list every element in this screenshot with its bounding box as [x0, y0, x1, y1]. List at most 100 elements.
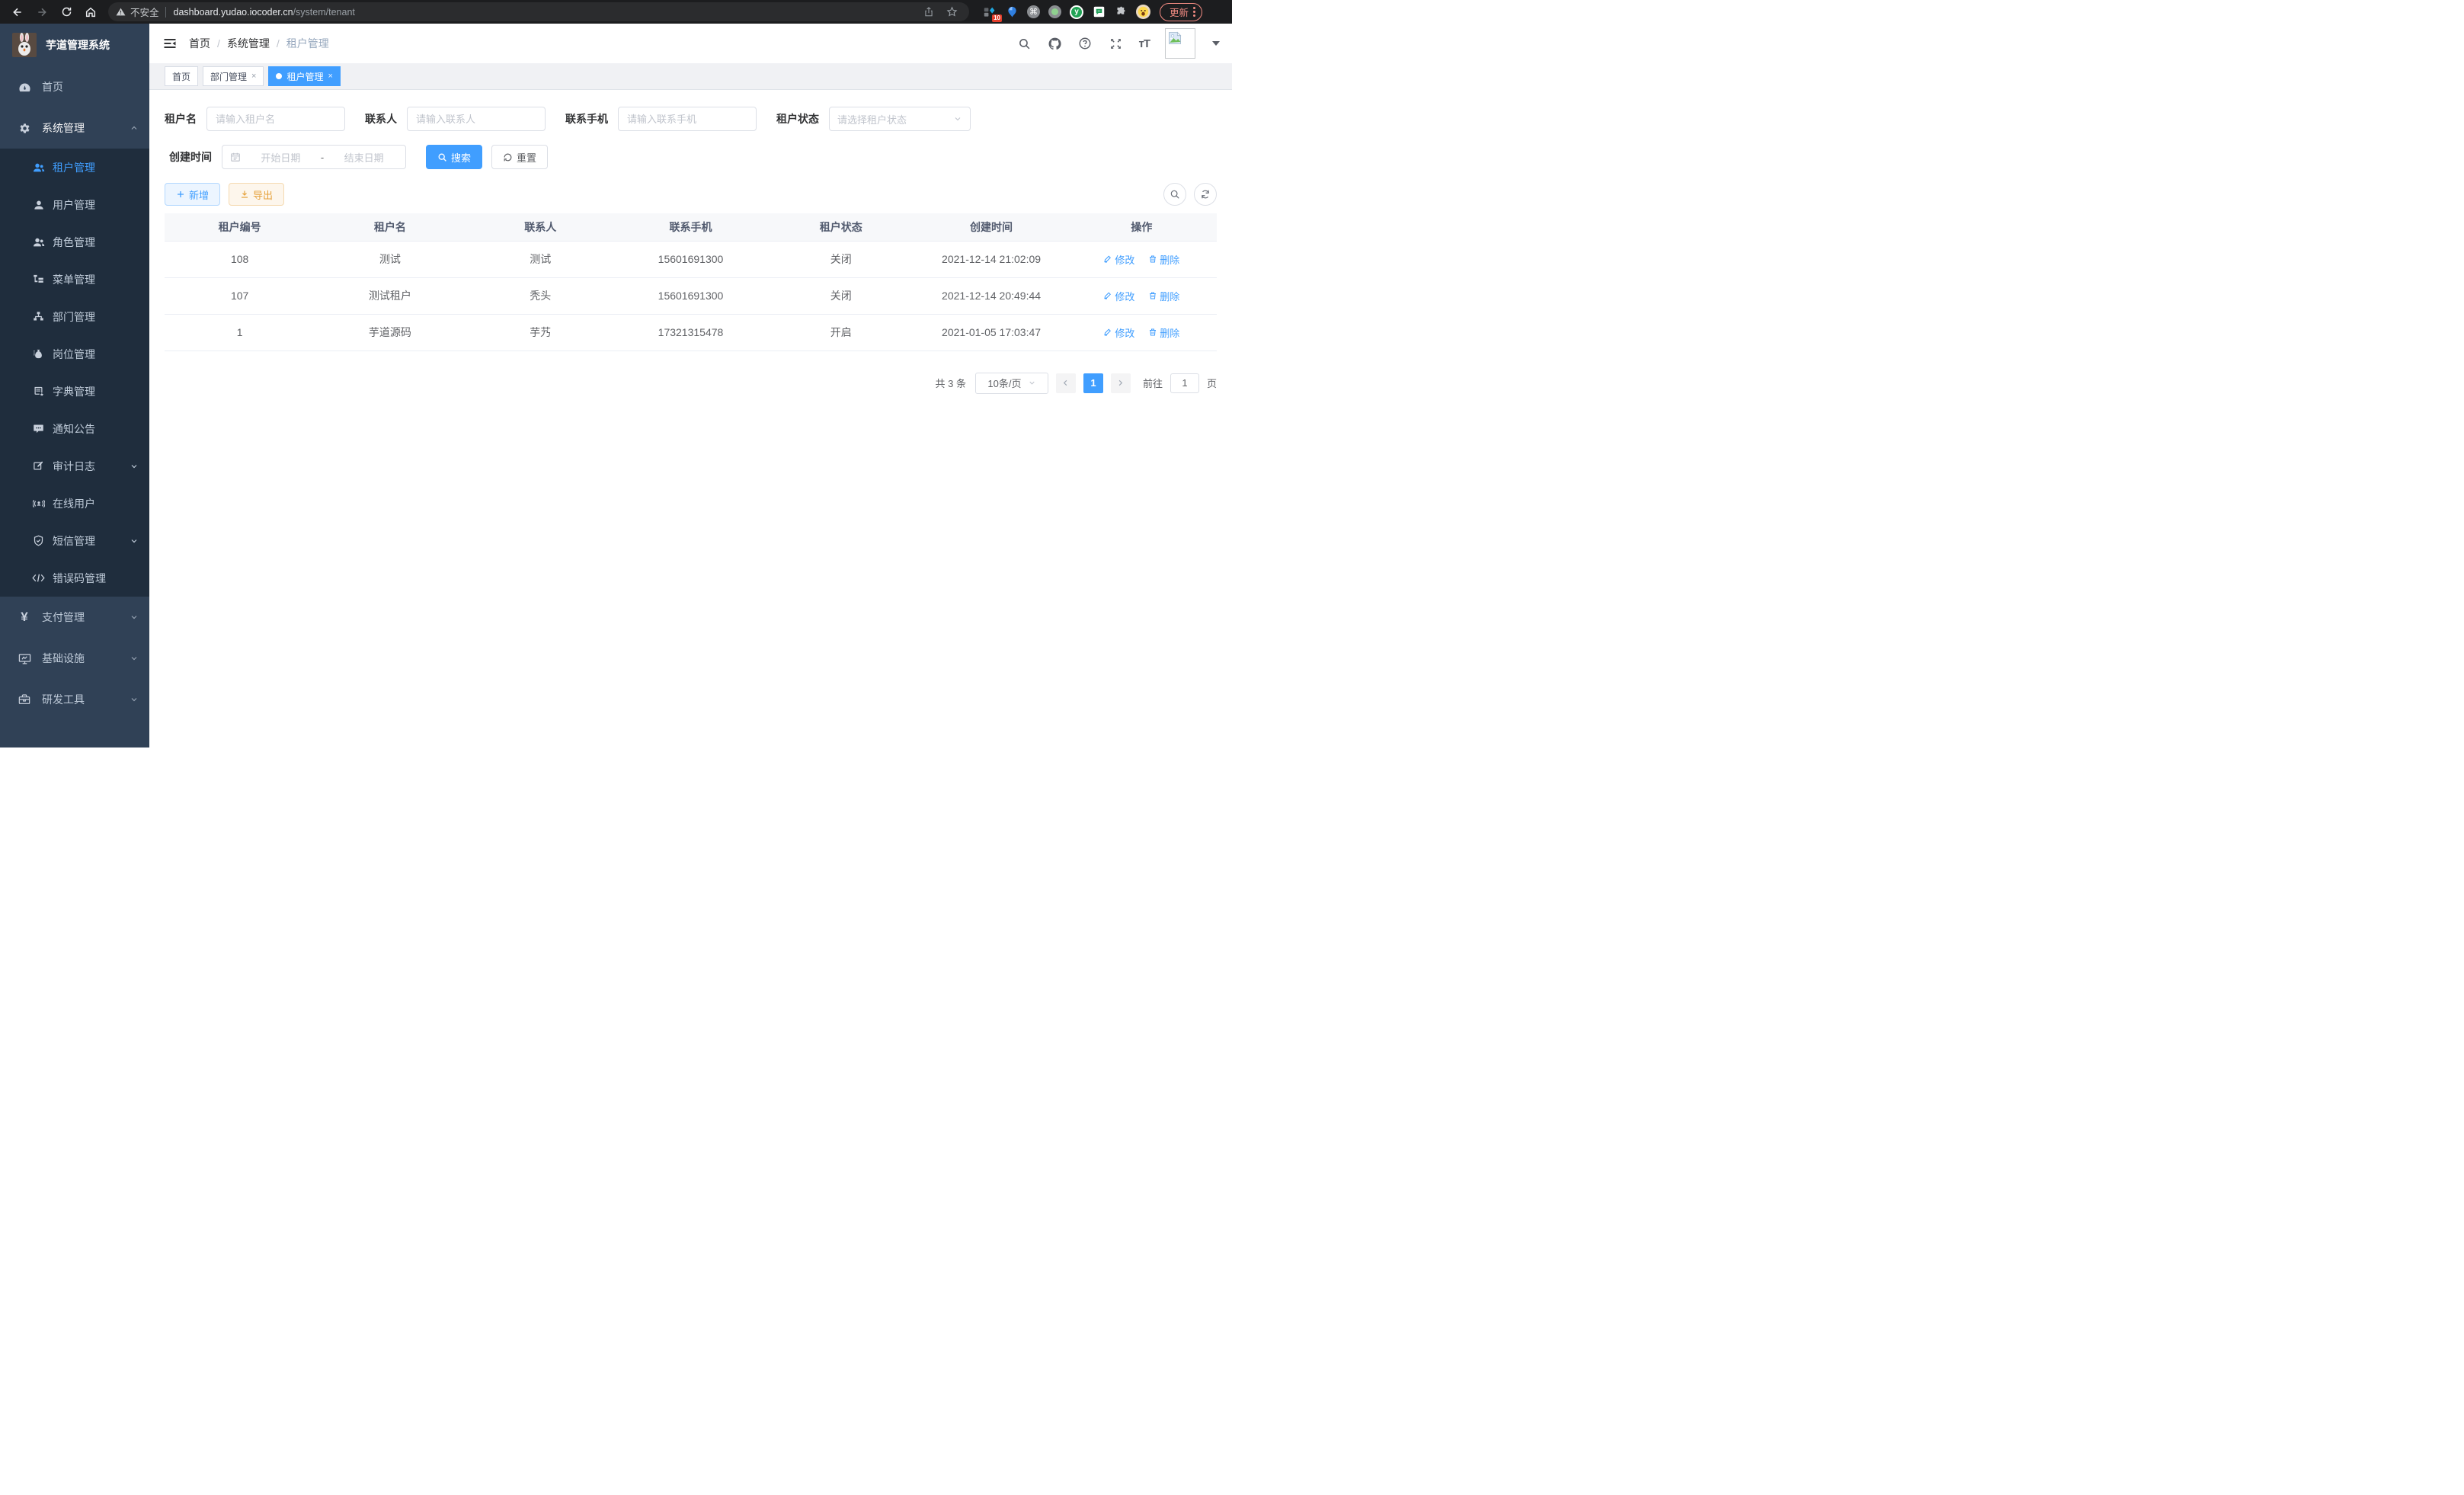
- extension-chat-icon[interactable]: [1092, 5, 1106, 19]
- sidebar-item-post[interactable]: 岗位管理: [0, 335, 149, 373]
- sidebar-item-dict[interactable]: 字典管理: [0, 373, 149, 410]
- pagination: 共 3 条 10条/页 1 前往 页: [165, 373, 1217, 394]
- chrome-menu-icon[interactable]: [1193, 7, 1195, 17]
- sidebar-item-notice[interactable]: 通知公告: [0, 410, 149, 447]
- monitor-icon: [18, 651, 31, 665]
- cell-contact: 秃头: [466, 277, 616, 314]
- sidebar-item-tenant[interactable]: 租户管理: [0, 149, 149, 186]
- profile-avatar-icon[interactable]: [1136, 5, 1150, 19]
- cell-tenant-name: 芋道源码: [315, 314, 465, 351]
- sidebar-item-menu[interactable]: 菜单管理: [0, 261, 149, 298]
- pagination-total: 共 3 条: [936, 376, 966, 390]
- fullscreen-icon[interactable]: [1108, 36, 1123, 51]
- browser-forward-icon[interactable]: [32, 2, 52, 22]
- delete-link[interactable]: 删除: [1148, 252, 1179, 267]
- cell-mobile: 15601691300: [616, 277, 766, 314]
- export-button[interactable]: 导出: [229, 183, 284, 206]
- reset-button[interactable]: 重置: [491, 145, 548, 169]
- tab-home[interactable]: 首页: [165, 66, 198, 86]
- field-label: 创建时间: [165, 149, 212, 165]
- edit-link[interactable]: 修改: [1103, 289, 1134, 303]
- logo-image: [12, 33, 37, 57]
- github-icon[interactable]: [1047, 36, 1062, 51]
- sidebar-item-pay[interactable]: ¥ 支付管理: [0, 597, 149, 638]
- sidebar-item-dept[interactable]: 部门管理: [0, 298, 149, 335]
- close-icon[interactable]: ×: [328, 72, 332, 81]
- delete-link[interactable]: 删除: [1148, 325, 1179, 340]
- sidebar-item-errorcode[interactable]: 错误码管理: [0, 559, 149, 597]
- search-icon[interactable]: [1016, 36, 1032, 51]
- close-icon[interactable]: ×: [251, 72, 256, 81]
- browser-back-icon[interactable]: [8, 2, 27, 22]
- field-label: 租户名: [165, 111, 197, 126]
- online-user-icon: [32, 497, 45, 510]
- date-range-picker[interactable]: 开始日期 - 结束日期: [222, 145, 406, 169]
- sidebar-item-sms[interactable]: 短信管理: [0, 522, 149, 559]
- extension-dot-icon[interactable]: [1048, 5, 1061, 18]
- address-bar[interactable]: 不安全 dashboard.yudao.iocoder.cn/system/te…: [108, 2, 969, 21]
- sidebar-item-auditlog[interactable]: 审计日志: [0, 447, 149, 485]
- breadcrumb-home[interactable]: 首页: [189, 36, 210, 51]
- sidebar-item-user[interactable]: 用户管理: [0, 186, 149, 223]
- extensions-area: 10 ⌘ y: [983, 5, 1150, 19]
- goto-page-input[interactable]: [1170, 373, 1199, 393]
- tab-dept[interactable]: 部门管理 ×: [203, 66, 264, 86]
- gear-icon: [18, 121, 31, 135]
- breadcrumb-separator: /: [277, 37, 280, 50]
- toggle-search-button[interactable]: [1163, 183, 1186, 206]
- extension-cmd-icon[interactable]: ⌘: [1027, 5, 1040, 18]
- sidebar-item-label: 用户管理: [53, 197, 139, 213]
- page-number-1[interactable]: 1: [1083, 373, 1103, 393]
- security-label[interactable]: 不安全: [130, 5, 159, 19]
- navbar-actions: тT: [1016, 28, 1220, 59]
- avatar[interactable]: [1165, 28, 1195, 59]
- sidebar-item-home[interactable]: 首页: [0, 66, 149, 107]
- security-warning-icon[interactable]: [116, 7, 126, 17]
- font-size-icon[interactable]: тT: [1138, 37, 1150, 50]
- cell-actions: 修改 删除: [1067, 241, 1217, 277]
- delete-link[interactable]: 删除: [1148, 289, 1179, 303]
- table-toolbar: 新增 导出: [165, 183, 1217, 206]
- breadcrumb-system[interactable]: 系统管理: [227, 36, 270, 51]
- extension-y-icon[interactable]: y: [1070, 5, 1083, 19]
- col-tenant-id: 租户编号: [165, 213, 315, 241]
- sidebar-item-label: 研发工具: [42, 692, 130, 707]
- share-icon[interactable]: [919, 2, 939, 22]
- status-select[interactable]: 请选择租户状态: [829, 107, 971, 131]
- avatar-caret-icon[interactable]: [1212, 41, 1220, 46]
- help-icon[interactable]: [1077, 36, 1093, 51]
- browser-home-icon[interactable]: [81, 2, 101, 22]
- edit-link[interactable]: 修改: [1103, 325, 1134, 340]
- logo-row[interactable]: 芋道管理系统: [0, 24, 149, 66]
- filter-contact: 联系人: [365, 107, 546, 131]
- page-unit-label: 页: [1207, 376, 1217, 390]
- add-button[interactable]: 新增: [165, 183, 220, 206]
- refresh-button[interactable]: [1194, 183, 1217, 206]
- extensions-puzzle-icon[interactable]: [1114, 5, 1128, 19]
- field-label: 联系人: [365, 111, 397, 126]
- sidebar-item-devtool[interactable]: 研发工具: [0, 679, 149, 720]
- contact-input[interactable]: [407, 107, 546, 131]
- hamburger-icon[interactable]: [162, 35, 178, 52]
- next-page-button[interactable]: [1111, 373, 1131, 393]
- prev-page-button[interactable]: [1056, 373, 1076, 393]
- sidebar-item-infra[interactable]: 基础设施: [0, 638, 149, 679]
- search-button[interactable]: 搜索: [426, 145, 482, 169]
- browser-reload-icon[interactable]: [56, 2, 76, 22]
- extension-balloon-icon[interactable]: [1005, 5, 1019, 19]
- tab-tenant[interactable]: 租户管理 ×: [268, 66, 340, 86]
- cell-status: 关闭: [766, 241, 916, 277]
- mobile-input[interactable]: [618, 107, 757, 131]
- tenant-name-input[interactable]: [206, 107, 345, 131]
- filter-status: 租户状态 请选择租户状态: [776, 107, 971, 131]
- chrome-update-button[interactable]: 更新: [1160, 3, 1202, 21]
- extension-pinned-icon[interactable]: 10: [983, 5, 997, 19]
- edit-link[interactable]: 修改: [1103, 252, 1134, 267]
- sidebar-item-role[interactable]: 角色管理: [0, 223, 149, 261]
- bookmark-star-icon[interactable]: [942, 2, 962, 22]
- sidebar-item-label: 菜单管理: [53, 272, 139, 287]
- page-size-select[interactable]: 10条/页: [975, 373, 1048, 394]
- sidebar-item-system[interactable]: 系统管理: [0, 107, 149, 149]
- filter-row-2: 创建时间 开始日期 - 结束日期 搜索 重置: [165, 145, 1217, 169]
- sidebar-item-online[interactable]: 在线用户: [0, 485, 149, 522]
